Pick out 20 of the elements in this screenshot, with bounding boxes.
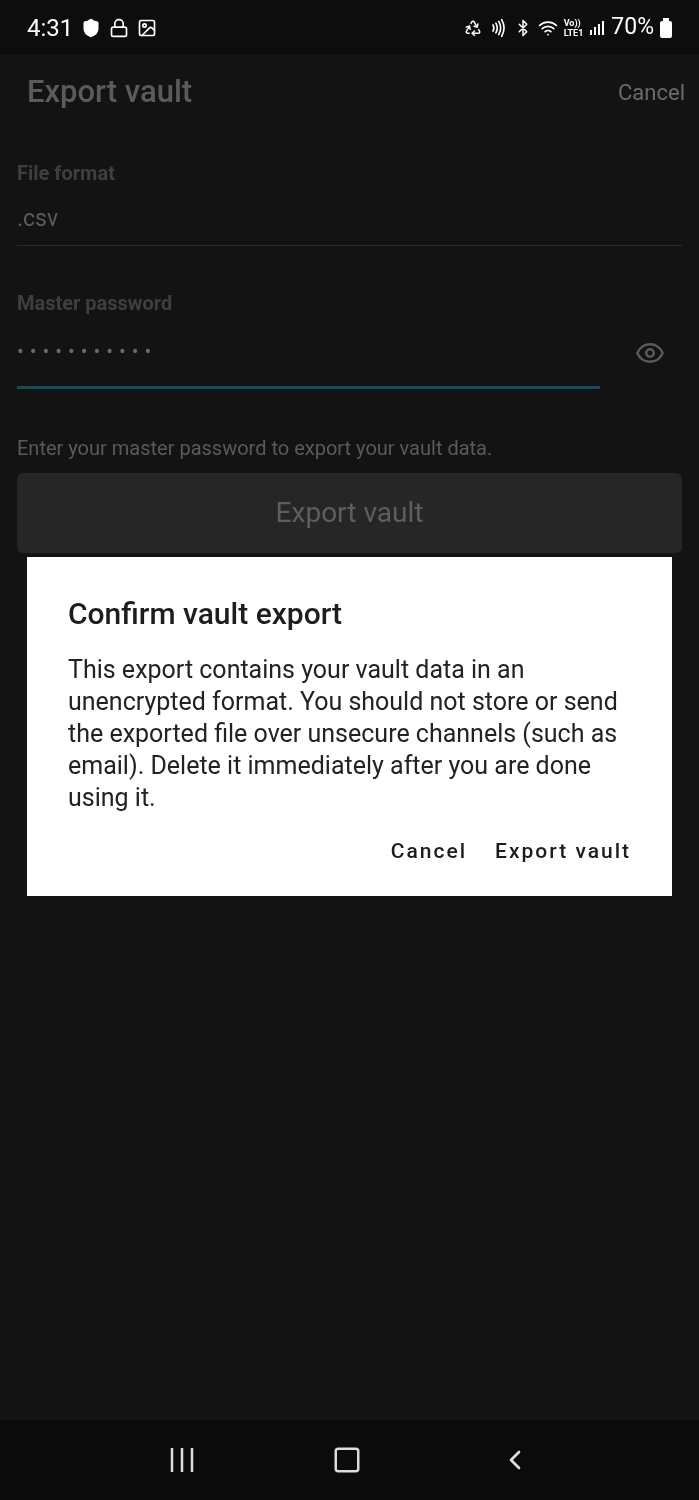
battery-percentage: 70% [611,12,654,43]
signal-icon [589,19,606,36]
lte-label: LTE1 [563,27,584,38]
cancel-button[interactable]: Cancel [618,76,685,109]
dialog-button[interactable]: Cancel [390,836,468,868]
file-format-field[interactable]: .csv [17,202,682,246]
dialog-title: Confirm vault export [68,595,343,633]
battery-icon [660,17,672,38]
export-vault-button[interactable]: Export vault [17,472,682,553]
volte-label: Vo)) [563,17,582,28]
dialog-message: This export contains your vault data in an unencrypted format. You should not store or send the exported file over unsecure channels (such as email). Delete it immediately after you are done using it. [68,654,619,814]
image-icon [137,17,158,38]
password-field[interactable]: ••••••••••• [17,317,600,389]
page-title: Export vault [27,72,193,113]
hint-text: Enter your master password to export your vault data. [17,434,494,462]
dialog-button[interactable]: Export vault [495,836,631,868]
clock-time: 4:31 [27,12,74,44]
lock-icon [109,17,130,38]
home-icon[interactable] [332,1445,363,1475]
shield-icon [81,17,102,38]
